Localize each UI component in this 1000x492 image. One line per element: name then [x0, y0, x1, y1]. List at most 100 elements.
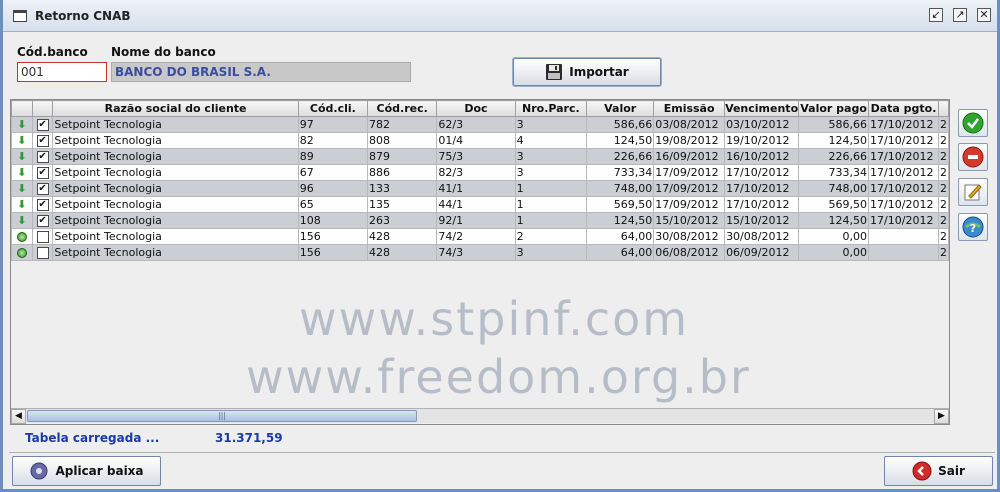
table-cell: 17/10/2012	[724, 196, 800, 213]
table-row[interactable]: ⬇ ✔ Setpoint Tecnologia 108 263 92/1 1 124,50 15…	[11, 212, 949, 229]
table-row[interactable]: ⬇ ✔ Setpoint Tecnologia 82 808 01/4 4 124,50 19/…	[11, 132, 949, 149]
row-status-cell: ⬇	[11, 116, 33, 133]
column-header[interactable]: Valor	[586, 100, 655, 117]
table-cell: 2	[937, 132, 949, 149]
scrollbar-thumb[interactable]: |||	[27, 410, 417, 422]
table-cell: 06/08/2012	[653, 244, 726, 261]
window-icon	[13, 9, 27, 22]
status-dot-icon	[16, 232, 27, 242]
table-row[interactable]: Setpoint Tecnologia 156 428 74/3 3 64,00 06/08…	[11, 244, 949, 261]
table-row[interactable]: ⬇ ✔ Setpoint Tecnologia 96 133 41/1 1 748,00 17/…	[11, 180, 949, 197]
down-arrow-icon: ⬇	[17, 118, 27, 131]
column-header[interactable]: Vencimento	[724, 100, 800, 117]
confirm-button[interactable]	[958, 109, 988, 137]
table-cell: 2	[937, 164, 949, 181]
row-checkbox[interactable]: ✔	[36, 215, 49, 227]
column-header[interactable]: Cód.cli.	[297, 100, 368, 117]
row-check-cell	[31, 244, 54, 261]
row-checkbox[interactable]: ✔	[36, 119, 49, 131]
row-checkbox[interactable]: ✔	[36, 135, 49, 147]
column-header[interactable]	[31, 100, 54, 117]
row-checkbox[interactable]	[36, 231, 49, 243]
bank-code-field[interactable]: 001	[17, 62, 107, 82]
exit-button-label: Sair	[938, 464, 965, 478]
table-cell: 16/10/2012	[724, 148, 800, 165]
table-cell: 782	[366, 116, 438, 133]
table-cell: 03/08/2012	[653, 116, 726, 133]
apply-button[interactable]: Aplicar baixa	[12, 456, 161, 486]
cancel-button[interactable]	[958, 143, 988, 171]
table-cell: 82	[297, 132, 368, 149]
window-title: Retorno CNAB	[35, 8, 131, 23]
maximize-icon[interactable]: ↗	[953, 8, 967, 22]
table-cell: Setpoint Tecnologia	[52, 132, 299, 149]
exit-button[interactable]: Sair	[884, 456, 993, 486]
table-cell: 124,50	[798, 212, 870, 229]
payments-table[interactable]: Razão social do cliente Cód.cli. Cód.rec. D…	[10, 99, 950, 425]
table-cell: 67	[297, 164, 368, 181]
table-row[interactable]: Setpoint Tecnologia 156 428 74/2 2 64,00 30/08…	[11, 228, 949, 245]
table-cell: 135	[366, 196, 438, 213]
footer-divider	[9, 452, 995, 453]
table-row[interactable]: ⬇ ✔ Setpoint Tecnologia 67 886 82/3 3 733,34 17/…	[11, 164, 949, 181]
table-cell: Setpoint Tecnologia	[52, 116, 299, 133]
scroll-left-icon[interactable]: ◀	[11, 409, 26, 424]
row-checkbox[interactable]	[36, 247, 49, 259]
table-cell: 1	[514, 196, 588, 213]
row-status-cell: ⬇	[11, 180, 33, 197]
table-cell: 2	[937, 196, 949, 213]
table-cell: 75/3	[436, 148, 516, 165]
close-icon[interactable]: ✕	[977, 8, 991, 22]
row-status-cell: ⬇	[11, 196, 33, 213]
table-cell: 3	[514, 148, 588, 165]
column-header[interactable]: Emissão	[653, 100, 726, 117]
table-cell: 748,00	[798, 180, 870, 197]
table-cell: 15/10/2012	[653, 212, 726, 229]
table-cell	[868, 228, 939, 245]
down-arrow-icon: ⬇	[17, 166, 27, 179]
table-cell: 748,00	[586, 180, 655, 197]
row-check-cell: ✔	[31, 132, 54, 149]
help-button[interactable]: ?	[958, 213, 988, 241]
row-status-cell: ⬇	[11, 212, 33, 229]
floppy-disk-icon	[546, 64, 563, 80]
table-cell: 17/10/2012	[868, 212, 939, 229]
column-header[interactable]: Nro.Parc.	[514, 100, 588, 117]
column-header[interactable]: Data pgto.	[868, 100, 939, 117]
scroll-right-icon[interactable]: ▶	[934, 409, 949, 424]
edit-button[interactable]	[958, 178, 988, 206]
status-total: 31.371,59	[215, 431, 283, 445]
row-status-cell	[11, 228, 33, 245]
table-row[interactable]: ⬇ ✔ Setpoint Tecnologia 97 782 62/3 3 586,66 03/…	[11, 116, 949, 133]
table-cell: 2	[937, 244, 949, 261]
table-header: Razão social do cliente Cód.cli. Cód.rec. D…	[11, 100, 949, 117]
table-cell: 586,66	[586, 116, 655, 133]
table-cell: 886	[366, 164, 438, 181]
table-cell: 3	[514, 244, 588, 261]
horizontal-scrollbar[interactable]: ◀ ||| ▶	[11, 408, 949, 424]
svg-text:?: ?	[970, 222, 976, 235]
column-header[interactable]	[11, 100, 33, 117]
table-cell: 44/1	[436, 196, 516, 213]
column-header[interactable]: Cód.rec.	[366, 100, 438, 117]
table-row[interactable]: ⬇ ✔ Setpoint Tecnologia 89 879 75/3 3 226,66 16/…	[11, 148, 949, 165]
row-checkbox[interactable]: ✔	[36, 183, 49, 195]
retorno-cnab-window: Retorno CNAB ↙ ↗ ✕ Setpoint Tecnologia C…	[0, 0, 1000, 492]
table-cell: 733,34	[798, 164, 870, 181]
column-header[interactable]: Valor pago	[798, 100, 870, 117]
table-cell: 569,50	[586, 196, 655, 213]
row-checkbox[interactable]: ✔	[36, 199, 49, 211]
table-cell: 96	[297, 180, 368, 197]
help-icon: ?	[962, 216, 984, 238]
import-button[interactable]: Importar	[512, 57, 662, 87]
table-row[interactable]: ⬇ ✔ Setpoint Tecnologia 65 135 44/1 1 569,50 17/…	[11, 196, 949, 213]
minimize-icon[interactable]: ↙	[929, 8, 943, 22]
row-checkbox[interactable]: ✔	[36, 151, 49, 163]
column-header[interactable]	[937, 100, 949, 117]
row-checkbox[interactable]: ✔	[36, 167, 49, 179]
table-cell: 3	[514, 116, 588, 133]
column-header[interactable]: Razão social do cliente	[52, 100, 299, 117]
column-header[interactable]: Doc	[436, 100, 516, 117]
table-cell: 733,34	[586, 164, 655, 181]
table-cell: 3	[514, 164, 588, 181]
